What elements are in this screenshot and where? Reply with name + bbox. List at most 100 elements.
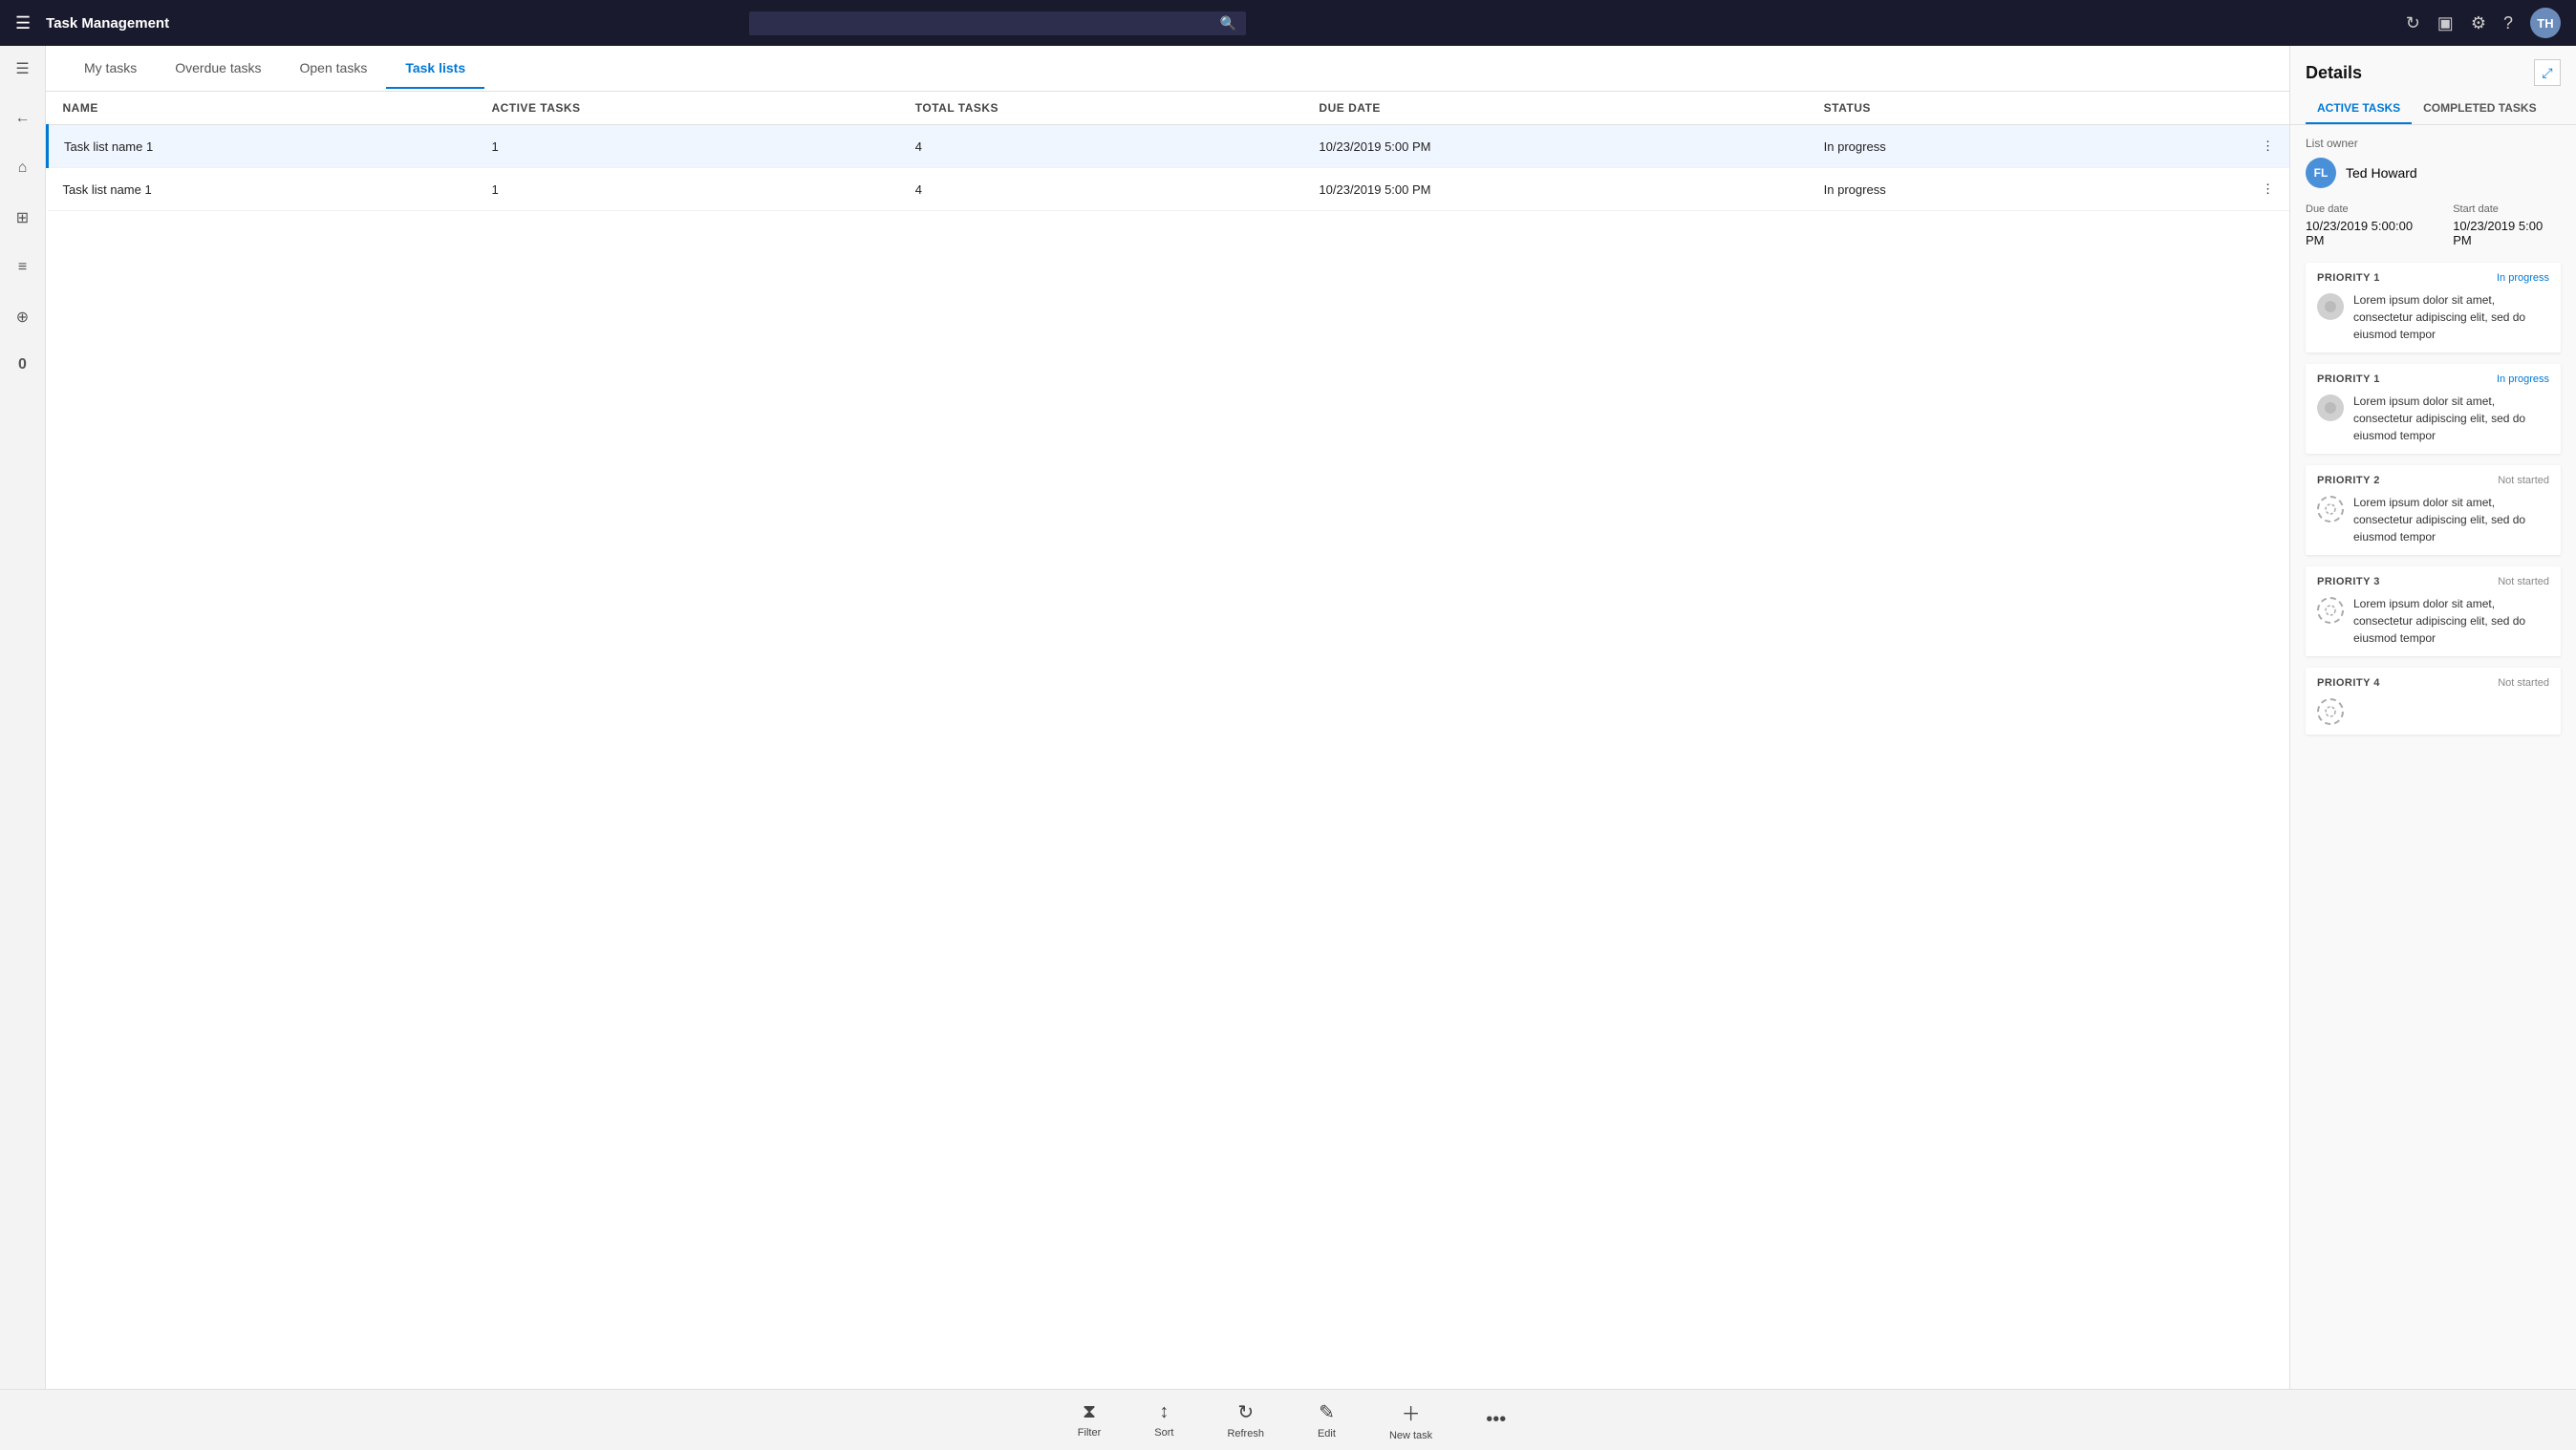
table-row[interactable]: Task list name 1 1 4 10/23/2019 5:00 PM …: [48, 125, 2290, 168]
more-options-icon[interactable]: •••: [1486, 1409, 1506, 1431]
new-task-button[interactable]: ＋ New task: [1382, 1395, 1440, 1445]
row-due-date: 10/23/2019 5:00 PM: [1303, 168, 1808, 211]
task-card-header: PRIORITY 4 Not started: [2317, 677, 2549, 689]
status-badge: Not started: [2498, 576, 2549, 587]
edit-button[interactable]: ✎ Edit: [1310, 1397, 1343, 1443]
sidebar-home-icon[interactable]: ⌂: [8, 153, 38, 183]
task-status-icon: [2317, 293, 2344, 320]
task-cards-container: PRIORITY 1 In progress Lorem ipsum dolor…: [2306, 263, 2561, 735]
col-header-actions: [2137, 92, 2289, 125]
task-card-body: Lorem ipsum dolor sit amet, consectetur …: [2317, 494, 2549, 545]
search-icon: 🔍: [1220, 15, 1236, 32]
task-list-table-area: NAME ACTIVE TASKS TOTAL TASKS DUE DATE S…: [46, 92, 2289, 1389]
nav-icon-group: ↻ ▣ ⚙ ? TH: [2406, 8, 2561, 38]
details-tab-bar: ACTIVE TASKS COMPLETED TASKS: [2290, 94, 2576, 125]
search-bar: 🔍: [749, 11, 1246, 35]
task-card-header: PRIORITY 3 Not started: [2317, 576, 2549, 587]
settings-icon[interactable]: ⚙: [2471, 13, 2486, 33]
refresh-icon: ↻: [1237, 1400, 1254, 1424]
details-body: List owner FL Ted Howard Due date 10/23/…: [2290, 125, 2576, 1389]
refresh-label: Refresh: [1227, 1428, 1264, 1439]
app-title: Task Management: [46, 15, 169, 32]
start-date-label: Start date: [2453, 203, 2561, 215]
edit-icon: ✎: [1319, 1400, 1335, 1424]
avatar[interactable]: TH: [2530, 8, 2561, 38]
priority-label: PRIORITY 1: [2317, 373, 2380, 385]
details-header: Details ⤢: [2290, 46, 2576, 86]
row-total-tasks: 4: [900, 168, 1304, 211]
col-header-status: STATUS: [1809, 92, 2137, 125]
sort-button[interactable]: ↕ Sort: [1147, 1397, 1181, 1442]
sort-label: Sort: [1154, 1427, 1173, 1439]
task-card-header: PRIORITY 1 In progress: [2317, 373, 2549, 385]
task-card[interactable]: PRIORITY 2 Not started Lorem ipsum dolor…: [2306, 465, 2561, 555]
priority-label: PRIORITY 2: [2317, 475, 2380, 486]
details-tab-completed-tasks[interactable]: COMPLETED TASKS: [2412, 94, 2547, 124]
task-card-header: PRIORITY 1 In progress: [2317, 272, 2549, 284]
col-header-name: NAME: [48, 92, 477, 125]
tab-overdue-tasks[interactable]: Overdue tasks: [156, 49, 280, 89]
help-icon[interactable]: ?: [2503, 13, 2513, 33]
list-owner-section: List owner FL Ted Howard: [2306, 137, 2561, 188]
top-navigation: ☰ Task Management 🔍 ↻ ▣ ⚙ ? TH: [0, 0, 2576, 46]
task-status-icon: [2317, 698, 2344, 725]
task-card[interactable]: PRIORITY 4 Not started: [2306, 668, 2561, 735]
details-panel: Details ⤢ ACTIVE TASKS COMPLETED TASKS L…: [2289, 46, 2576, 1389]
sidebar-tasks-icon[interactable]: ⊕: [8, 302, 38, 332]
task-table: NAME ACTIVE TASKS TOTAL TASKS DUE DATE S…: [46, 92, 2289, 211]
task-card-header: PRIORITY 2 Not started: [2317, 475, 2549, 486]
tab-open-tasks[interactable]: Open tasks: [281, 49, 387, 89]
sidebar-collapse-icon[interactable]: ☰: [8, 53, 38, 84]
due-date-item: Due date 10/23/2019 5:00:00 PM: [2306, 203, 2430, 247]
status-badge: Not started: [2498, 475, 2549, 486]
details-expand-button[interactable]: ⤢: [2534, 59, 2561, 86]
table-header-row: NAME ACTIVE TASKS TOTAL TASKS DUE DATE S…: [48, 92, 2290, 125]
row-name: Task list name 1: [48, 125, 477, 168]
refresh-nav-icon[interactable]: ↻: [2406, 13, 2420, 33]
tab-task-lists[interactable]: Task lists: [386, 49, 484, 89]
tab-my-tasks[interactable]: My tasks: [65, 49, 156, 89]
due-date-label: Due date: [2306, 203, 2430, 215]
sort-icon: ↕: [1159, 1401, 1169, 1423]
priority-label: PRIORITY 4: [2317, 677, 2380, 689]
priority-label: PRIORITY 3: [2317, 576, 2380, 587]
row-context-menu-button[interactable]: ⋮: [2137, 125, 2289, 168]
filter-label: Filter: [1078, 1427, 1101, 1439]
chat-icon[interactable]: ▣: [2437, 13, 2454, 33]
left-sidebar: ☰ ← ⌂ ⊞ ≡ ⊕ 0: [0, 46, 46, 1389]
refresh-button[interactable]: ↻ Refresh: [1219, 1397, 1272, 1443]
task-card-body: Lorem ipsum dolor sit amet, consectetur …: [2317, 595, 2549, 647]
main-layout: ☰ ← ⌂ ⊞ ≡ ⊕ 0 My tasks Overdue tasks Ope…: [0, 46, 2576, 1389]
task-description: Lorem ipsum dolor sit amet, consectetur …: [2353, 393, 2549, 444]
row-due-date: 10/23/2019 5:00 PM: [1303, 125, 1808, 168]
row-status: In progress: [1809, 168, 2137, 211]
task-card[interactable]: PRIORITY 1 In progress Lorem ipsum dolor…: [2306, 263, 2561, 352]
details-tab-active-tasks[interactable]: ACTIVE TASKS: [2306, 94, 2412, 124]
search-input[interactable]: [759, 15, 1220, 31]
start-date-value: 10/23/2019 5:00 PM: [2453, 219, 2561, 247]
task-card[interactable]: PRIORITY 1 In progress Lorem ipsum dolor…: [2306, 364, 2561, 454]
owner-row: FL Ted Howard: [2306, 158, 2561, 188]
details-title: Details: [2306, 63, 2362, 83]
task-status-icon: [2317, 597, 2344, 624]
sidebar-back-icon[interactable]: ←: [8, 103, 38, 134]
list-owner-label: List owner: [2306, 137, 2561, 150]
status-badge: In progress: [2497, 272, 2549, 284]
new-task-icon: ＋: [1402, 1398, 1421, 1426]
due-date-value: 10/23/2019 5:00:00 PM: [2306, 219, 2430, 247]
tab-bar: My tasks Overdue tasks Open tasks Task l…: [46, 46, 2289, 92]
row-active-tasks: 1: [476, 125, 899, 168]
content-area: My tasks Overdue tasks Open tasks Task l…: [46, 46, 2289, 1389]
table-row[interactable]: Task list name 1 1 4 10/23/2019 5:00 PM …: [48, 168, 2290, 211]
sidebar-list-icon[interactable]: ≡: [8, 252, 38, 283]
filter-icon: ⧗: [1083, 1401, 1096, 1423]
row-name: Task list name 1: [48, 168, 477, 211]
row-context-menu-button[interactable]: ⋮: [2137, 168, 2289, 211]
task-description: Lorem ipsum dolor sit amet, consectetur …: [2353, 291, 2549, 343]
sidebar-apps-icon[interactable]: ⊞: [8, 203, 38, 233]
filter-button[interactable]: ⧗ Filter: [1070, 1397, 1108, 1442]
status-badge: In progress: [2497, 373, 2549, 385]
task-card[interactable]: PRIORITY 3 Not started Lorem ipsum dolor…: [2306, 566, 2561, 656]
hamburger-icon[interactable]: ☰: [15, 13, 31, 33]
row-status: In progress: [1809, 125, 2137, 168]
